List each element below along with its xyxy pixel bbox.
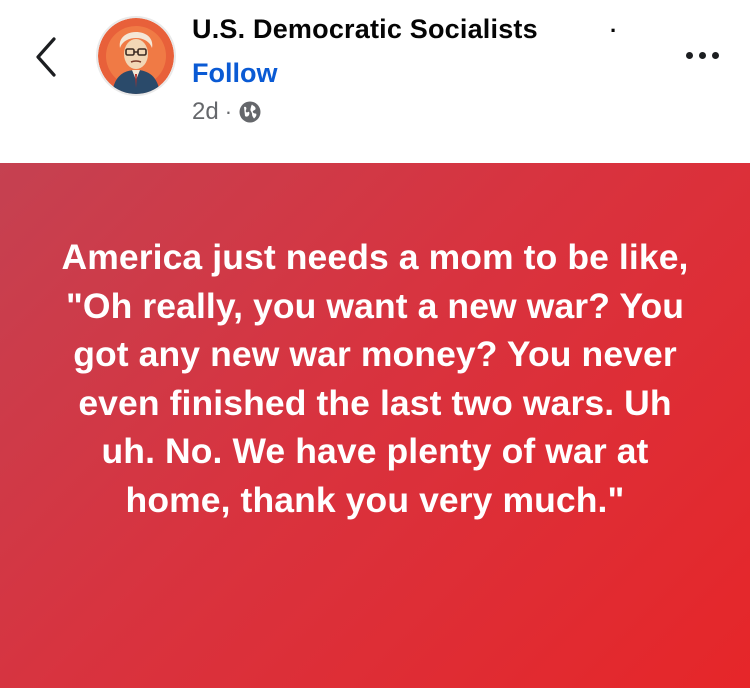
more-options-button[interactable] — [680, 42, 724, 68]
more-horizontal-icon — [685, 51, 693, 59]
more-horizontal-icon — [698, 51, 706, 59]
privacy-indicator — [238, 100, 262, 124]
post-meta: 2d · — [192, 98, 262, 126]
page-name[interactable]: U.S. Democratic Socialists — [192, 14, 538, 45]
profile-picture — [98, 18, 174, 94]
avatar[interactable] — [96, 16, 176, 96]
chevron-left-icon — [36, 37, 56, 77]
meta-separator: · — [224, 99, 233, 124]
timestamp[interactable]: 2d — [192, 98, 219, 126]
follow-button[interactable]: Follow — [192, 58, 277, 89]
name-separator: · — [610, 18, 618, 43]
back-button[interactable] — [26, 32, 66, 82]
globe-icon — [239, 101, 261, 123]
more-horizontal-icon — [711, 51, 719, 59]
post-text: America just needs a mom to be like, "Oh… — [61, 237, 689, 520]
post-header: U.S. Democratic Socialists · Follow 2d · — [0, 0, 750, 163]
post-text-card[interactable]: America just needs a mom to be like, "Oh… — [0, 163, 750, 688]
